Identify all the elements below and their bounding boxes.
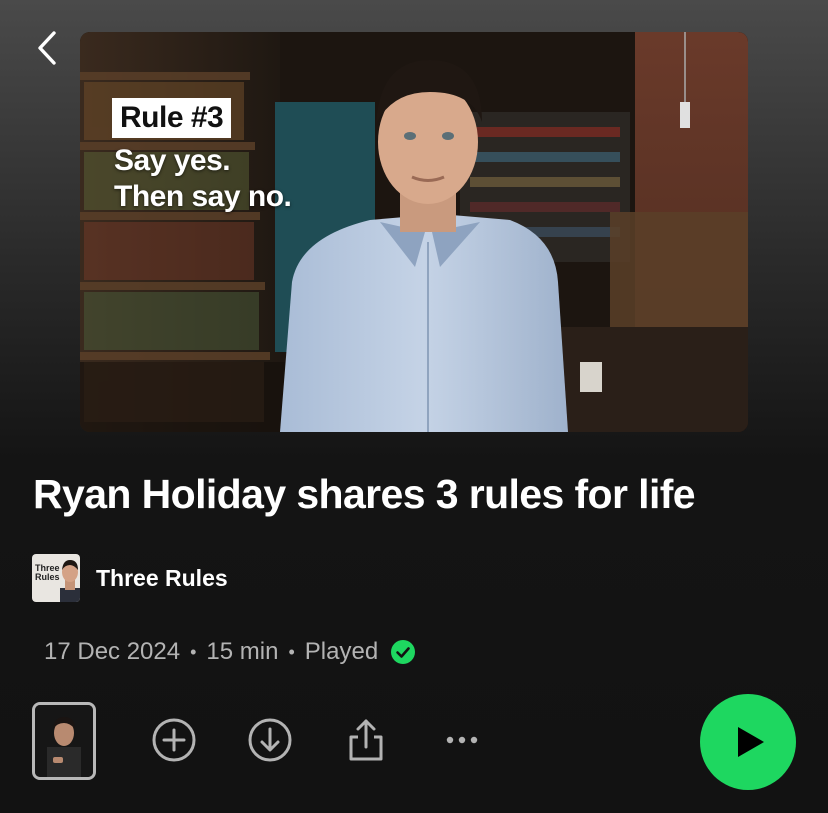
more-dots-icon	[446, 736, 478, 744]
episode-thumbnail-image	[35, 705, 93, 777]
cover-photo	[80, 32, 748, 432]
episode-title: Ryan Holiday shares 3 rules for life	[33, 471, 696, 517]
chevron-left-icon	[38, 31, 56, 65]
download-circle-icon	[248, 718, 292, 762]
episode-duration: 15 min	[206, 638, 279, 665]
more-options-button[interactable]	[438, 716, 486, 764]
share-icon	[349, 719, 383, 761]
play-button[interactable]	[700, 694, 796, 790]
back-button[interactable]	[30, 28, 64, 68]
download-button[interactable]	[246, 716, 294, 764]
add-to-library-button[interactable]	[150, 716, 198, 764]
cover-text-line-2: Then say no.	[114, 180, 292, 213]
share-button[interactable]	[342, 716, 390, 764]
episode-meta: 17 Dec 2024 • 15 min • Played	[44, 636, 416, 668]
separator-dot: •	[190, 641, 197, 662]
show-link[interactable]: Three Rules Three Rules	[32, 553, 228, 603]
played-check-icon	[391, 640, 416, 664]
show-thumbnail: Three Rules	[32, 554, 80, 602]
play-icon	[738, 727, 764, 757]
show-thumbnail-photo	[60, 560, 80, 602]
add-circle-icon	[152, 718, 196, 762]
episode-screen: Rule #3 Say yes. Then say no. Ryan Holid…	[0, 0, 828, 813]
episode-status: Played	[304, 638, 379, 665]
episode-date: 17 Dec 2024	[44, 638, 181, 665]
episode-thumbnail-button[interactable]	[32, 702, 96, 780]
cover-rule-badge: Rule #3	[112, 98, 232, 138]
episode-cover-art: Rule #3 Say yes. Then say no.	[80, 32, 748, 432]
action-bar	[0, 692, 828, 792]
separator-dot: •	[288, 641, 295, 662]
cover-text-line-1: Say yes.	[114, 144, 231, 177]
show-name: Three Rules	[96, 564, 228, 591]
